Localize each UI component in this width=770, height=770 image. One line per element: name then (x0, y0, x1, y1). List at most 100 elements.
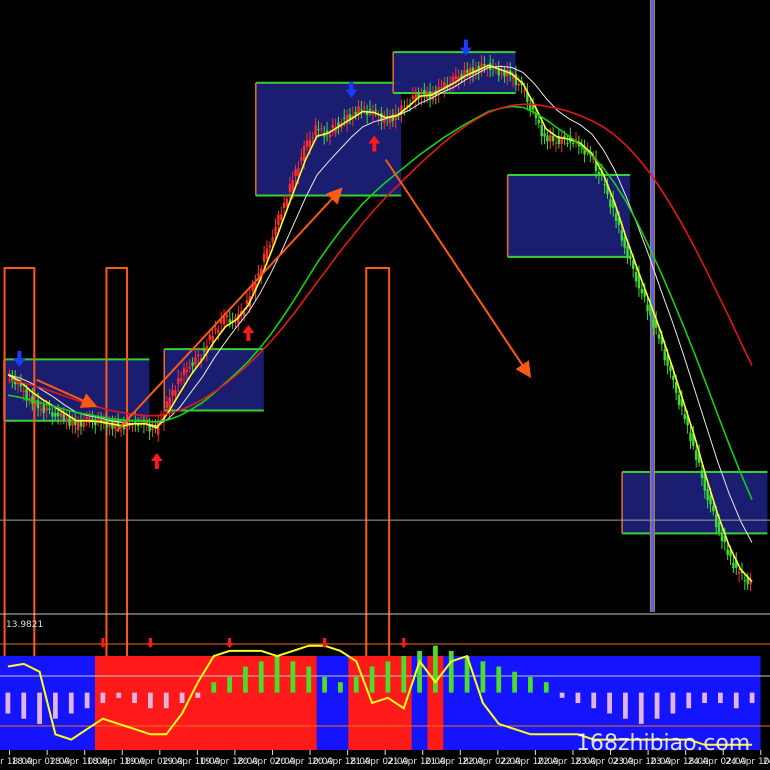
candle-body (540, 125, 543, 136)
histogram-bar (5, 692, 11, 714)
candle-body (191, 362, 194, 366)
indicator-value-label: 13.9821 (6, 620, 43, 630)
zone-box (622, 471, 768, 534)
candle-body (732, 563, 735, 569)
candle-body (308, 139, 312, 147)
histogram-bar (179, 692, 185, 704)
candle-body (543, 133, 546, 137)
candle-body (314, 125, 317, 136)
histogram-bar (385, 661, 391, 693)
indicator-bg-bar (205, 656, 223, 750)
indicator-bg-bar (538, 656, 555, 750)
candle-body (39, 408, 43, 410)
zone-box (507, 174, 631, 257)
candle-body (288, 184, 292, 192)
histogram-bar (417, 650, 422, 693)
candle-body (262, 253, 266, 262)
indicator-panel (0, 613, 770, 750)
candle-body (96, 418, 100, 422)
candle-body (571, 142, 575, 144)
histogram-bar (195, 692, 201, 698)
candle-body (646, 304, 649, 312)
indicator-down-arrow (225, 638, 234, 648)
candle-body (202, 350, 206, 352)
histogram-bar (670, 692, 676, 714)
candle-body (51, 412, 54, 417)
candle-body (119, 430, 123, 432)
candle-body (549, 135, 552, 142)
histogram-bar (306, 666, 312, 693)
histogram-bar (512, 671, 517, 693)
candle-body (640, 288, 644, 294)
histogram-bar (369, 666, 375, 693)
candle-body (483, 64, 486, 66)
candle-body (368, 108, 372, 111)
candle-body (225, 315, 229, 318)
candle-body (268, 245, 272, 248)
candle-body (614, 213, 618, 221)
indicator-bg-bar (522, 656, 539, 750)
candle-body (182, 368, 186, 376)
histogram-bar (638, 692, 644, 724)
candle-body (677, 394, 681, 405)
candle-body (451, 76, 455, 83)
histogram-bar (559, 692, 565, 698)
candle-body (208, 334, 211, 340)
candle-body (151, 428, 154, 431)
candle-body (566, 143, 569, 145)
candle-body (634, 272, 638, 282)
indicator-bg-bar (316, 656, 333, 750)
histogram-bar (132, 692, 137, 704)
histogram-bar (274, 656, 280, 693)
candle-body (294, 168, 297, 177)
candle-body (54, 413, 57, 417)
candle-body (363, 107, 366, 109)
candle-body (265, 248, 269, 260)
histogram-bar (654, 692, 660, 719)
histogram-bar (21, 692, 27, 719)
histogram-bar (686, 692, 692, 709)
candle-body (517, 83, 520, 86)
candle-body (280, 214, 283, 221)
histogram-bar (607, 692, 612, 714)
candle-body (500, 72, 503, 74)
histogram-bar (543, 682, 549, 693)
candle-body (712, 505, 715, 512)
candle-body (277, 214, 280, 226)
histogram-bar (100, 692, 106, 704)
zone-box (255, 82, 402, 196)
candle-body (59, 412, 63, 417)
indicator-bg-bar (554, 656, 571, 750)
histogram-bar (84, 692, 90, 709)
histogram-bar (733, 692, 739, 709)
candle-body (695, 450, 698, 460)
candle-body (537, 119, 541, 124)
candle-body (620, 230, 623, 241)
histogram-bar (163, 692, 169, 709)
histogram-bar (37, 692, 42, 724)
candle-body (574, 138, 578, 140)
candle-body (609, 199, 612, 208)
candle-body (56, 412, 60, 417)
candle-body (185, 370, 189, 373)
histogram-bar (591, 692, 597, 709)
indicator-down-arrow (146, 638, 155, 648)
candle-body (440, 86, 443, 88)
candle-body (737, 571, 741, 574)
candle-body (652, 319, 655, 328)
histogram-bar (290, 661, 296, 693)
candle-body (171, 390, 174, 396)
candle-body (45, 407, 48, 411)
candle-body (706, 489, 709, 501)
candle-body (165, 401, 169, 408)
candle-body (194, 357, 197, 365)
candle-body (563, 135, 566, 138)
candle-body (514, 73, 518, 86)
indicator-down-arrow (399, 638, 408, 648)
histogram-bar (53, 692, 58, 719)
candle-body (374, 110, 377, 112)
candle-body (466, 69, 469, 73)
candle-body (217, 330, 220, 333)
candle-body (65, 418, 68, 422)
candle-body (311, 137, 314, 139)
